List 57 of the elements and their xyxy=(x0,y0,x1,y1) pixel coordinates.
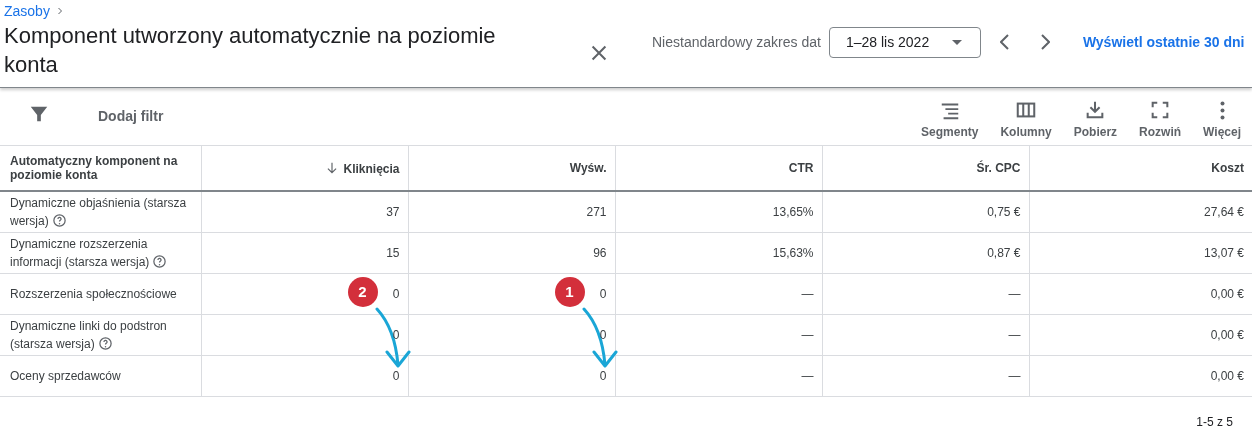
table-cell: 13,07 € xyxy=(1203,246,1244,260)
table-cell-text: Dynamiczne objaśnienia (starsza wersja) xyxy=(10,195,188,230)
column-header[interactable]: Kliknięcia xyxy=(343,161,400,176)
date-range-label: Niestandardowy zakres dat xyxy=(652,34,821,50)
chevron-right-icon xyxy=(1039,34,1050,50)
table-cell: 0 xyxy=(392,287,400,301)
more-button[interactable]: Więcej xyxy=(1194,98,1250,139)
column-header[interactable]: Automatyczny komponent na poziomie konta xyxy=(10,154,193,182)
table-cell: Dynamiczne rozszerzenia informacji (starsza wersja) xyxy=(10,235,193,271)
column-header[interactable]: Śr. CPC xyxy=(976,161,1021,175)
chevron-left-icon xyxy=(999,34,1010,50)
table-cell-text: Oceny sprzedawców xyxy=(10,368,121,385)
table-cell: 0,00 € xyxy=(1210,369,1244,383)
table-cell: 37 xyxy=(386,205,400,219)
table-cell: 15,63% xyxy=(772,246,814,260)
add-filter-button[interactable]: Dodaj filtr xyxy=(98,107,164,124)
fullscreen-button[interactable]: Rozwiń xyxy=(1130,98,1191,139)
download-button[interactable]: Pobierz xyxy=(1064,98,1127,139)
table-cell: 0,00 € xyxy=(1210,287,1244,301)
table-cell: — xyxy=(1008,287,1021,301)
dropdown-caret-icon xyxy=(951,39,962,45)
column-header[interactable]: CTR xyxy=(788,161,814,175)
table-cell: 271 xyxy=(586,205,607,219)
breadcrumb-link[interactable]: Zasoby xyxy=(4,3,50,19)
table-cell: — xyxy=(801,328,814,342)
table-cell: 0 xyxy=(599,328,607,342)
table-cell: 0,87 € xyxy=(987,246,1021,260)
page-title: Komponent utworzony automatycznie na poziomie konta xyxy=(4,22,497,79)
table-cell: 0 xyxy=(599,369,607,383)
table-cell: — xyxy=(1008,369,1021,383)
table-cell: 0 xyxy=(392,369,400,383)
table-cell: 15 xyxy=(386,246,400,260)
table-cell: — xyxy=(801,369,814,383)
last-30-days-link[interactable]: Wyświetl ostatnie 30 dni xyxy=(1082,34,1245,50)
help-icon xyxy=(97,336,113,351)
columns-button[interactable]: Kolumny xyxy=(991,98,1061,139)
help-icon xyxy=(152,254,168,269)
help-icon xyxy=(51,213,67,228)
pagination-text: 1-5 z 5 xyxy=(1195,414,1234,429)
more-icon xyxy=(1219,100,1225,120)
table-cell: 0,75 € xyxy=(987,205,1021,219)
segments-button[interactable]: Segmenty xyxy=(912,98,988,139)
table-cell: 0 xyxy=(599,287,607,301)
table-cell: 96 xyxy=(593,246,607,260)
table-cell-text: Dynamiczne linki do podstron (starsza wersja) xyxy=(10,318,168,353)
column-header[interactable]: Koszt xyxy=(1211,161,1244,175)
annotation-badge: 1 xyxy=(554,277,585,307)
table-cell: 0 xyxy=(392,328,400,342)
table-cell: 13,65% xyxy=(772,205,814,219)
table-cell: — xyxy=(801,287,814,301)
table-cell: 0,00 € xyxy=(1210,328,1244,342)
column-header[interactable]: Wyśw. xyxy=(569,161,607,175)
table-cell-text: Rozszerzenia społecznościowe xyxy=(10,286,177,303)
table-cell: 27,64 € xyxy=(1203,205,1244,219)
table-cell: — xyxy=(1008,328,1021,342)
date-range-dropdown[interactable]: 1–28 lis 2022 xyxy=(828,26,981,58)
annotation-badge: 2 xyxy=(347,277,378,307)
